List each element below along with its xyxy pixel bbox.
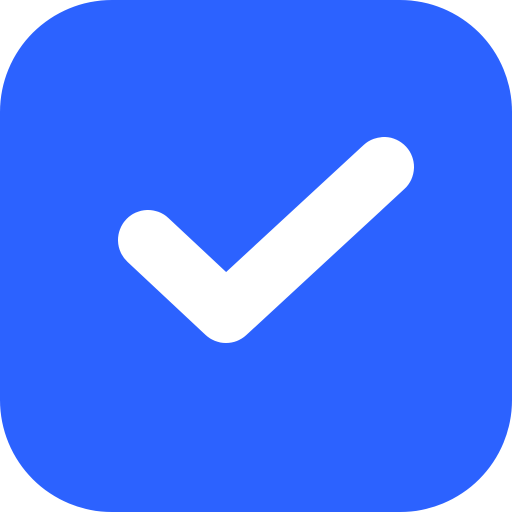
checked-checkbox[interactable]	[0, 0, 512, 512]
check-icon	[118, 137, 414, 343]
check-mark	[118, 137, 414, 343]
icon-canvas	[0, 0, 512, 512]
